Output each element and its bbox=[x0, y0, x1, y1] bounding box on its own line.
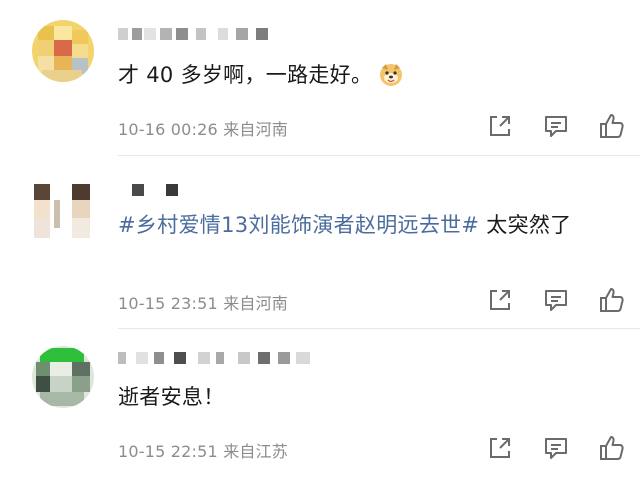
comment-icon bbox=[545, 438, 567, 459]
like-icon bbox=[600, 436, 624, 460]
share-icon bbox=[490, 438, 510, 458]
comment-body: 太突然了 bbox=[479, 213, 572, 237]
comment-body: 逝者安息！ bbox=[118, 385, 225, 409]
comment-actions bbox=[486, 286, 626, 314]
share-icon bbox=[490, 290, 510, 310]
reply-button[interactable] bbox=[542, 286, 570, 314]
like-button[interactable] bbox=[598, 434, 626, 462]
topic-hashtag-link[interactable]: #乡村爱情13刘能饰演者赵明远去世# bbox=[118, 213, 479, 237]
like-icon bbox=[600, 114, 624, 138]
username-pixelated[interactable] bbox=[118, 352, 318, 368]
comment-icon bbox=[545, 116, 567, 137]
divider bbox=[118, 155, 640, 156]
comment-location: 来自河南 bbox=[223, 294, 288, 313]
comment-location: 来自河南 bbox=[223, 120, 288, 139]
comment-time: 10-15 23:51 bbox=[118, 294, 218, 313]
comment-actions bbox=[486, 434, 626, 462]
comment-time: 10-15 22:51 bbox=[118, 442, 218, 461]
like-button[interactable] bbox=[598, 112, 626, 140]
dog-emoji-icon bbox=[378, 62, 404, 88]
comment-body: 才 40 多岁啊，一路走好。 bbox=[118, 63, 373, 87]
comment-icon bbox=[545, 290, 567, 311]
divider bbox=[118, 328, 640, 329]
reply-button[interactable] bbox=[542, 112, 570, 140]
like-button[interactable] bbox=[598, 286, 626, 314]
share-button[interactable] bbox=[486, 286, 514, 314]
comment-text: 逝者安息！ bbox=[118, 380, 610, 414]
avatar-pixelated[interactable] bbox=[32, 346, 94, 408]
comment-actions bbox=[486, 112, 626, 140]
username-pixelated[interactable] bbox=[118, 28, 288, 44]
avatar-pixelated[interactable] bbox=[32, 20, 94, 82]
like-icon bbox=[600, 288, 624, 312]
share-button[interactable] bbox=[486, 112, 514, 140]
comment-meta: 10-15 23:51 来自河南 bbox=[118, 290, 288, 314]
avatar-pixelated[interactable] bbox=[32, 178, 94, 240]
username-pixelated[interactable] bbox=[118, 184, 178, 200]
share-button[interactable] bbox=[486, 434, 514, 462]
comment-time: 10-16 00:26 bbox=[118, 120, 218, 139]
comment-meta: 10-15 22:51 来自江苏 bbox=[118, 438, 288, 462]
comment-text: 才 40 多岁啊，一路走好。 bbox=[118, 58, 610, 92]
reply-button[interactable] bbox=[542, 434, 570, 462]
comment-text: #乡村爱情13刘能饰演者赵明远去世# 太突然了 bbox=[118, 208, 610, 242]
comment-meta: 10-16 00:26 来自河南 bbox=[118, 116, 288, 140]
comment-location: 来自江苏 bbox=[223, 442, 288, 461]
share-icon bbox=[490, 116, 510, 136]
